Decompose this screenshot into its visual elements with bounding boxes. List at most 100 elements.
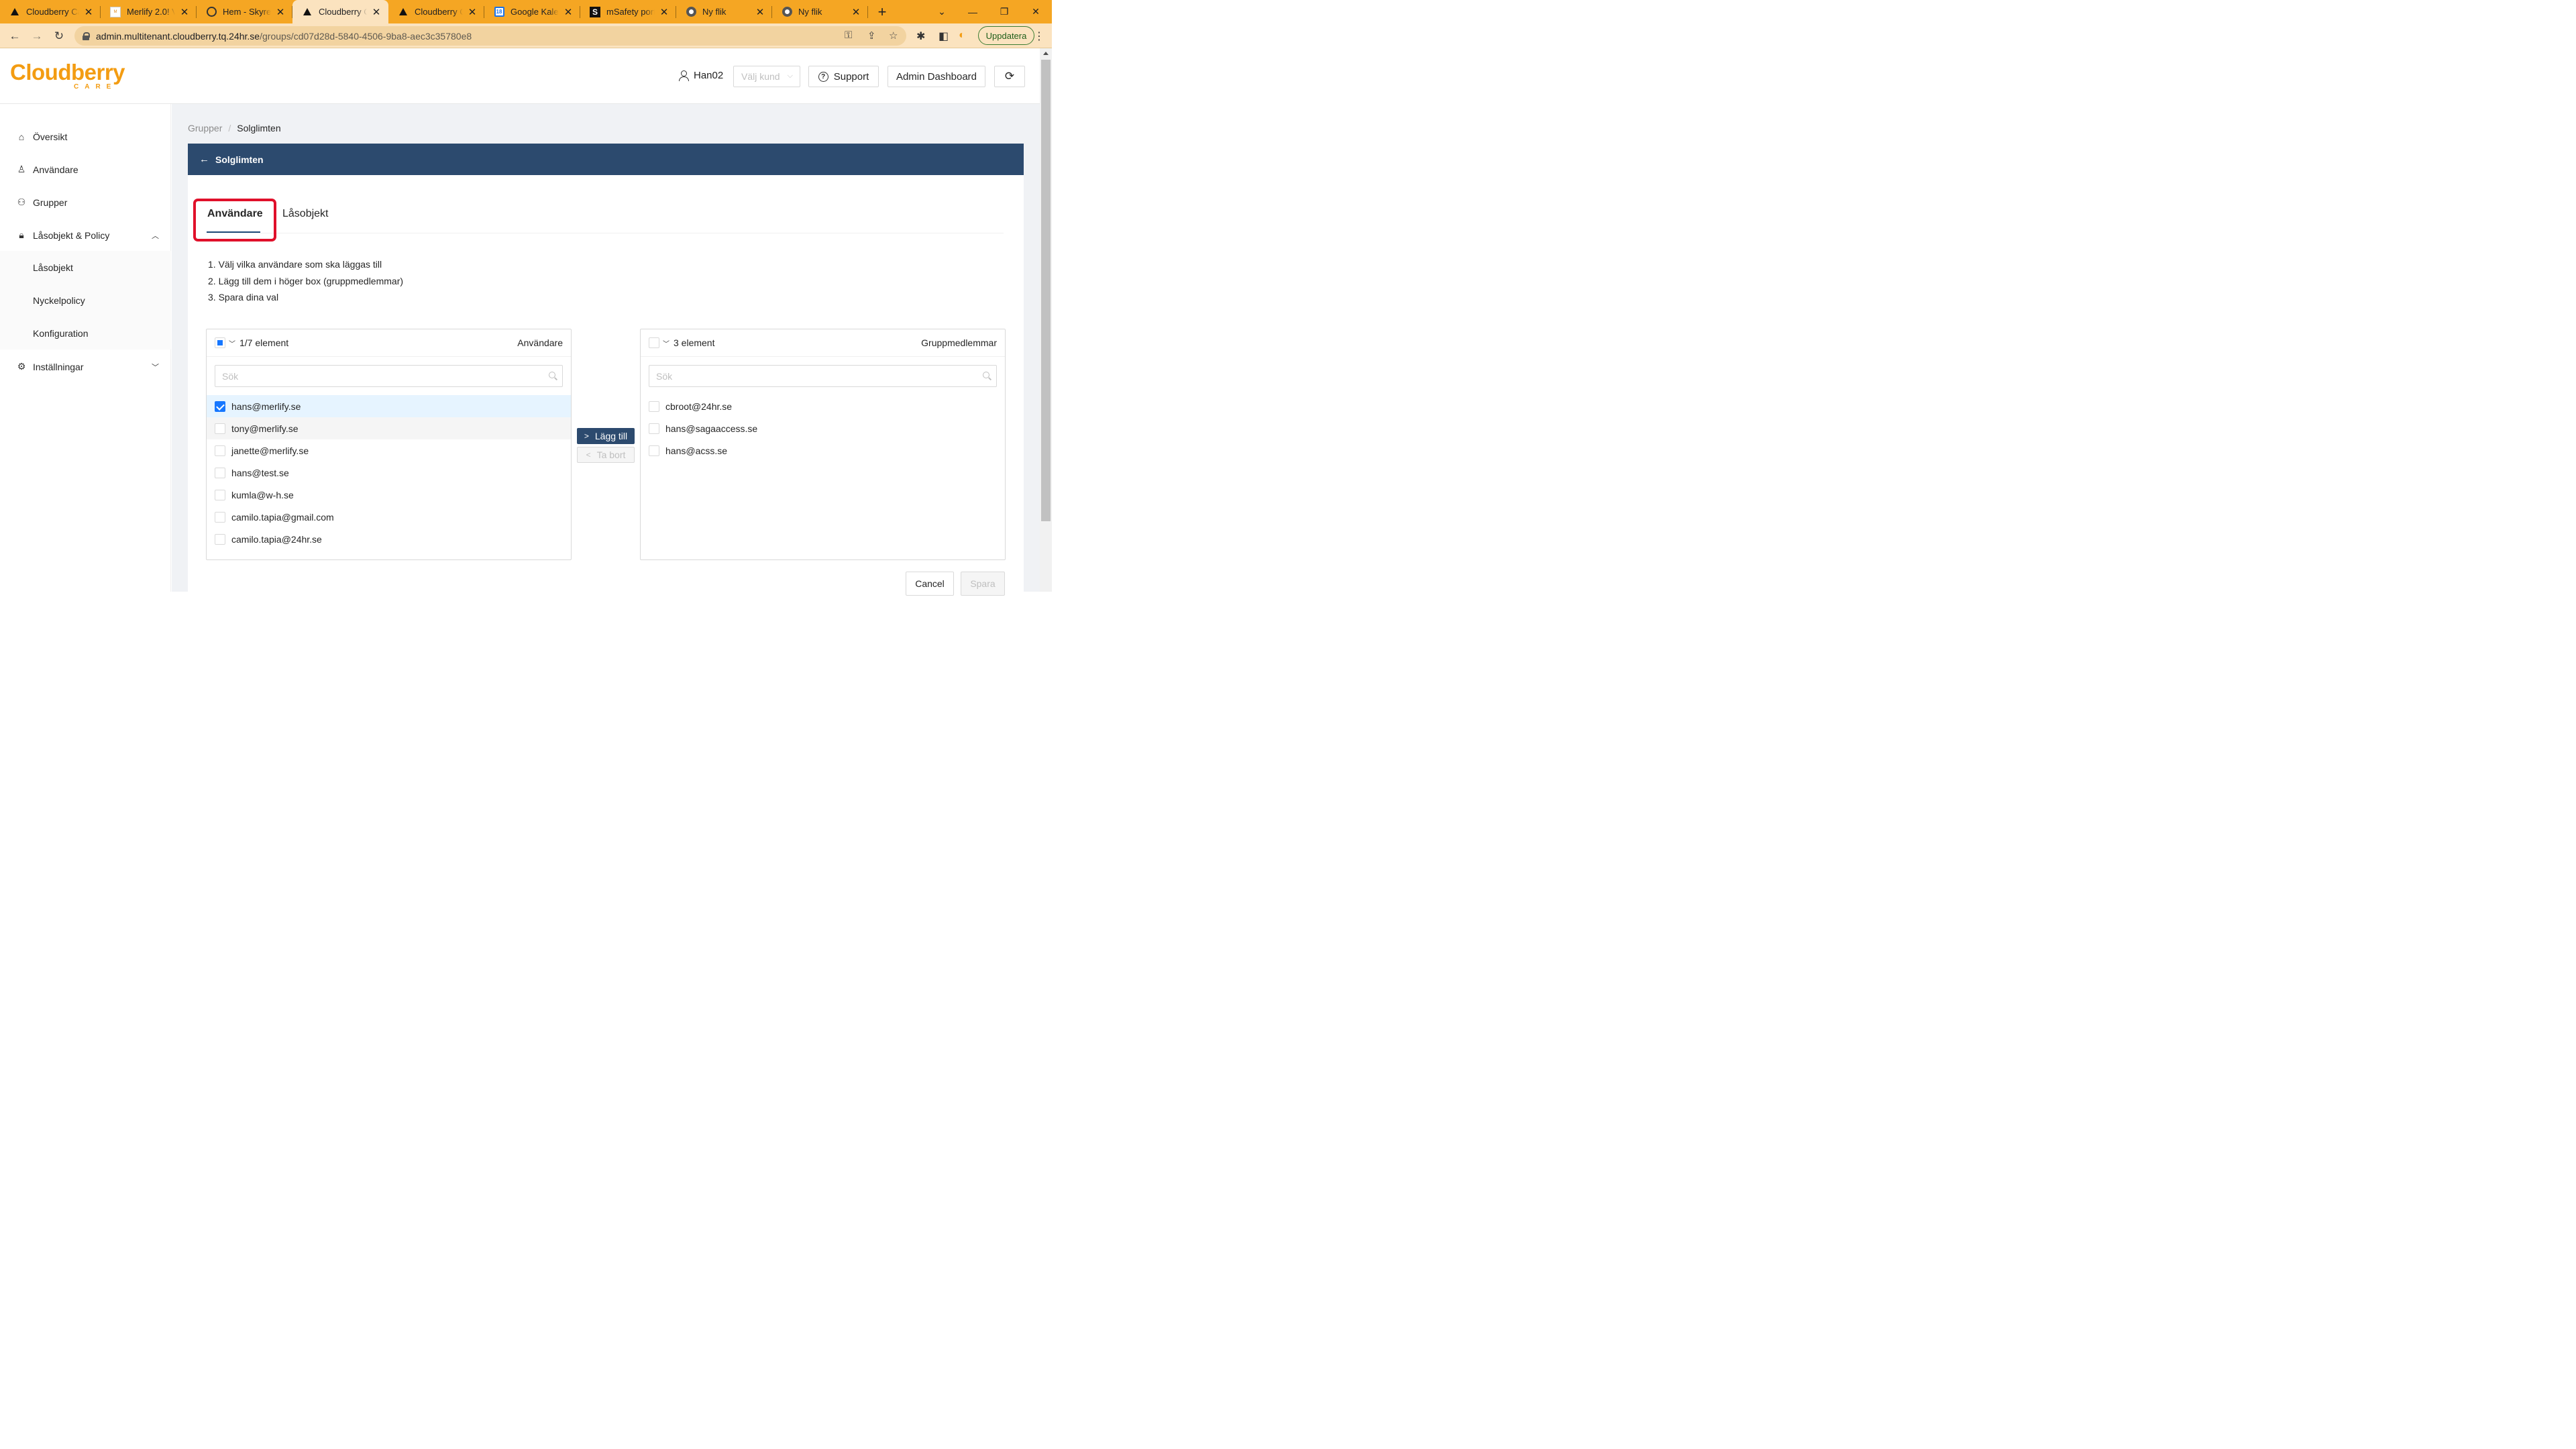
browser-tab[interactable]: Cloudberry Care ✕ bbox=[0, 0, 101, 23]
sidebar-item-installningar[interactable]: ⚙ Inställningar ﹀ bbox=[0, 350, 171, 383]
forward-arrow-icon[interactable]: → bbox=[28, 27, 46, 46]
support-button[interactable]: ? Support bbox=[808, 66, 879, 87]
select-all-checkbox[interactable] bbox=[215, 337, 225, 348]
browser-tab-title: Google Kalender bbox=[511, 7, 559, 17]
profile-extension-icon[interactable]: ◐ bbox=[959, 30, 965, 42]
close-tab-icon[interactable]: ✕ bbox=[371, 7, 382, 18]
address-bar[interactable]: admin.multitenant.cloudberry.tq.24hr.se /… bbox=[74, 26, 906, 46]
cloudberry-triangle-icon bbox=[9, 7, 20, 17]
scrollbar-thumb[interactable] bbox=[1041, 60, 1051, 521]
logout-icon: ⟳ bbox=[1004, 70, 1015, 83]
search-input[interactable]: Sök bbox=[649, 365, 997, 387]
selection-count: 1/7 element bbox=[239, 337, 289, 348]
item-checkbox[interactable] bbox=[215, 400, 225, 412]
sidebar-subitem-lasobjekt[interactable]: Låsobjekt bbox=[0, 251, 171, 284]
browser-tab-title: Ny flik bbox=[702, 7, 727, 17]
breadcrumb-link-grupper[interactable]: Grupper bbox=[188, 123, 222, 133]
browser-tab-title: Hem - Skyresp bbox=[223, 7, 271, 17]
gear-icon: ⚙ bbox=[17, 361, 26, 372]
chevron-right-icon: > bbox=[584, 431, 589, 441]
sidebar-subitem-nyckelpolicy[interactable]: Nyckelpolicy bbox=[0, 284, 171, 317]
transfer-list-title: Användare bbox=[517, 337, 563, 348]
close-tab-icon[interactable]: ✕ bbox=[179, 7, 190, 18]
item-checkbox[interactable] bbox=[215, 467, 225, 478]
cloudberry-logo[interactable]: Cloudberry CARE bbox=[10, 61, 125, 91]
instructions: 1. Välj vilka användare som ska läggas t… bbox=[208, 259, 404, 303]
list-item[interactable]: cbroot@24hr.se bbox=[641, 395, 1005, 417]
remove-from-group-button[interactable]: < Ta bort bbox=[577, 447, 635, 463]
tab-bar: Användare Låsobjekt bbox=[207, 195, 1004, 233]
item-checkbox[interactable] bbox=[215, 489, 225, 500]
list-item[interactable]: hans@acss.se bbox=[641, 439, 1005, 462]
item-checkbox[interactable] bbox=[649, 423, 659, 434]
add-to-group-button[interactable]: > Lägg till bbox=[577, 428, 635, 444]
close-window-icon[interactable]: ✕ bbox=[1020, 0, 1051, 23]
more-menu-icon[interactable]: ⋮ bbox=[1034, 30, 1044, 43]
save-button[interactable]: Spara bbox=[961, 572, 1005, 596]
item-checkbox[interactable] bbox=[649, 445, 659, 456]
close-tab-icon[interactable]: ✕ bbox=[83, 7, 94, 18]
tab-lasobjekt[interactable]: Låsobjekt bbox=[282, 208, 329, 220]
extensions-puzzle-icon[interactable]: ✱ bbox=[916, 30, 925, 43]
chevron-down-icon[interactable]: ﹀ bbox=[663, 338, 669, 348]
restore-icon[interactable]: ❐ bbox=[989, 0, 1020, 23]
close-tab-icon[interactable]: ✕ bbox=[563, 7, 574, 18]
item-checkbox[interactable] bbox=[215, 445, 225, 456]
customer-select[interactable]: Välj kund ⌵ bbox=[733, 66, 800, 87]
close-tab-icon[interactable]: ✕ bbox=[755, 7, 765, 18]
item-checkbox[interactable] bbox=[649, 400, 659, 412]
sidebar-item-anvandare[interactable]: ♙ Användare bbox=[0, 153, 171, 186]
browser-tab[interactable]: M Merlify 2.0! Va ✕ bbox=[101, 0, 197, 23]
admin-dashboard-button[interactable]: Admin Dashboard bbox=[888, 66, 985, 87]
sidebar: ⌂ Översikt ♙ Användare ⚇ Grupper 🔒︎ Låso… bbox=[0, 104, 171, 592]
item-checkbox[interactable] bbox=[215, 423, 225, 434]
submenu-lasobjekt-policy: Låsobjekt Nyckelpolicy Konfiguration bbox=[0, 251, 171, 350]
sidebar-subitem-konfiguration[interactable]: Konfiguration bbox=[0, 317, 171, 350]
list-item[interactable]: camilo.tapia@gmail.com bbox=[207, 506, 571, 528]
new-tab-icon[interactable]: + bbox=[874, 3, 890, 20]
side-panel-icon[interactable]: ◧ bbox=[938, 30, 949, 43]
close-tab-icon[interactable]: ✕ bbox=[851, 7, 861, 18]
logout-button[interactable]: ⟳ bbox=[994, 66, 1025, 87]
list-item[interactable]: hans@merlify.se bbox=[207, 395, 571, 417]
breadcrumb: Grupper / Solglimten bbox=[188, 123, 281, 133]
close-tab-icon[interactable]: ✕ bbox=[275, 7, 286, 18]
browser-tab[interactable]: Cloudberry Care ✕ bbox=[388, 0, 484, 23]
chevron-down-icon[interactable]: ﹀ bbox=[229, 338, 235, 348]
item-checkbox[interactable] bbox=[215, 533, 225, 545]
minimize-icon[interactable]: — bbox=[957, 0, 988, 23]
scroll-up-arrow-icon[interactable] bbox=[1043, 52, 1049, 55]
back-arrow-icon[interactable]: ← bbox=[199, 154, 209, 165]
item-checkbox[interactable] bbox=[215, 511, 225, 523]
reload-icon[interactable]: ↻ bbox=[50, 27, 68, 46]
close-tab-icon[interactable]: ✕ bbox=[659, 7, 669, 18]
cancel-button[interactable]: Cancel bbox=[906, 572, 954, 596]
select-all-checkbox[interactable] bbox=[649, 337, 659, 348]
current-user[interactable]: Han02 bbox=[679, 70, 723, 81]
group-icon: ⚇ bbox=[17, 197, 26, 207]
browser-tab[interactable]: Ny flik ✕ bbox=[676, 0, 772, 23]
sidebar-item-oversikt[interactable]: ⌂ Översikt bbox=[0, 120, 171, 153]
list-item[interactable]: tony@merlify.se bbox=[207, 417, 571, 439]
bookmark-star-icon[interactable]: ☆ bbox=[889, 30, 898, 42]
list-item[interactable]: kumla@w-h.se bbox=[207, 484, 571, 506]
search-input[interactable]: Sök bbox=[215, 365, 563, 387]
tab-search-chevron-icon[interactable]: ⌄ bbox=[926, 0, 957, 23]
list-item[interactable]: hans@sagaaccess.se bbox=[641, 417, 1005, 439]
browser-tab[interactable]: S mSafety portal ✕ bbox=[580, 0, 676, 23]
list-item[interactable]: janette@merlify.se bbox=[207, 439, 571, 462]
browser-tab[interactable]: Ny flik ✕ bbox=[772, 0, 868, 23]
key-icon[interactable]: ⚿ bbox=[845, 30, 852, 41]
update-button[interactable]: Uppdatera bbox=[978, 26, 1034, 45]
browser-tab[interactable]: 18 Google Kalender ✕ bbox=[484, 0, 580, 23]
browser-tab-active[interactable]: Cloudberry Care ✕ bbox=[292, 0, 388, 23]
close-tab-icon[interactable]: ✕ bbox=[467, 7, 478, 18]
back-arrow-icon[interactable]: ← bbox=[5, 27, 24, 46]
page-scrollbar[interactable] bbox=[1040, 48, 1052, 592]
list-item[interactable]: camilo.tapia@24hr.se bbox=[207, 528, 571, 550]
browser-tab[interactable]: Hem - Skyresp ✕ bbox=[197, 0, 292, 23]
share-icon[interactable]: ⇪ bbox=[867, 30, 876, 42]
sidebar-item-lasobjekt-policy[interactable]: 🔒︎ Låsobjekt & Policy ︿ bbox=[0, 219, 171, 252]
list-item[interactable]: hans@test.se bbox=[207, 462, 571, 484]
sidebar-item-grupper[interactable]: ⚇ Grupper bbox=[0, 186, 171, 219]
